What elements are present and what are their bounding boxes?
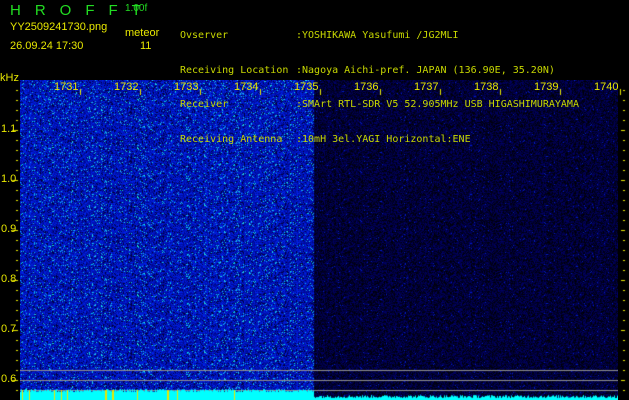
time-label: 1740: [594, 81, 619, 93]
info-row-receiver: Receiver :SMArt RTL-SDR V5 52.905MHz USB …: [180, 99, 579, 111]
y-tick-label: 0.7: [1, 323, 17, 335]
info-value: :Nagoya Aichi-pref. JAPAN (136.90E, 35.2…: [296, 64, 555, 76]
info-row-antenna: Receiving Antenna :10mH 3el.YAGI Horizont…: [180, 134, 579, 146]
datetime-label: 26.09.24 17:30: [10, 40, 84, 52]
version-label: 1.00f: [125, 3, 148, 14]
info-label: Ovserver: [180, 30, 229, 41]
y-tick-label: 1.0: [1, 173, 17, 185]
info-value: :SMArt RTL-SDR V5 52.905MHz USB HIGASHIM…: [296, 99, 579, 110]
y-tick-label: 0.6: [1, 373, 17, 385]
y-tick-label: 0.9: [1, 223, 17, 235]
time-label: 1732: [114, 81, 139, 93]
meteor-count: 11: [140, 40, 152, 52]
info-label: Receiver: [180, 99, 229, 110]
y-tick-label: 0.8: [1, 273, 17, 285]
filename-label: YY2509241730.png: [10, 21, 108, 33]
info-label: Receiving Location: [180, 64, 289, 76]
info-label: Receiving Antenna: [180, 133, 283, 145]
station-info: Ovserver :YOSHIKAWA Yasufumi /JG2MLI Rece…: [180, 7, 579, 157]
y-tick-label: 1.1: [1, 123, 17, 135]
time-label: 1731: [54, 81, 79, 93]
info-row-observer: Ovserver :YOSHIKAWA Yasufumi /JG2MLI: [180, 30, 579, 42]
info-value: :10mH 3el.YAGI Horizontal:ENE: [296, 133, 471, 145]
meteor-label: meteor: [125, 27, 160, 39]
info-row-location: Receiving Location :Nagoya Aichi-pref. JA…: [180, 65, 579, 77]
y-unit-label: kHz: [0, 72, 19, 84]
info-value: :YOSHIKAWA Yasufumi /JG2MLI: [296, 30, 459, 41]
